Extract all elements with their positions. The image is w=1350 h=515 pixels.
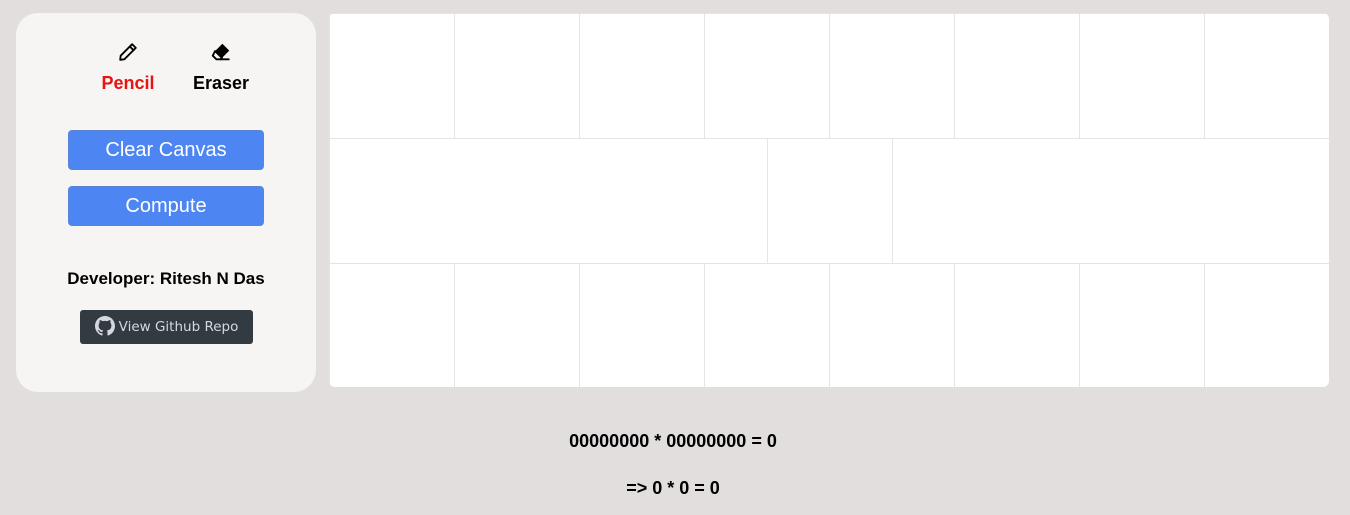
- canvas-cell[interactable]: [704, 13, 830, 139]
- eraser-label: Eraser: [192, 73, 250, 93]
- canvas-cell[interactable]: [1204, 13, 1329, 139]
- canvas-cell[interactable]: [954, 263, 1080, 387]
- clear-canvas-button[interactable]: Clear Canvas: [68, 130, 264, 170]
- result-simplified: => 0 * 0 = 0: [626, 478, 720, 498]
- canvas-cell[interactable]: [329, 263, 455, 387]
- github-icon: [94, 316, 115, 336]
- canvas-cell[interactable]: [829, 263, 955, 387]
- canvas-cell[interactable]: [1204, 263, 1329, 387]
- result-expression: 00000000 * 00000000 = 0: [569, 431, 777, 451]
- github-repo-button[interactable]: View Github Repo: [80, 310, 253, 344]
- canvas-cell[interactable]: [329, 138, 768, 264]
- canvas-cell[interactable]: [579, 263, 705, 387]
- canvas-cell[interactable]: [704, 263, 830, 387]
- canvas-cell[interactable]: [1079, 263, 1205, 387]
- pencil-icon: [119, 43, 137, 61]
- pencil-label: Pencil: [101, 73, 155, 93]
- canvas-cell[interactable]: [1079, 13, 1205, 139]
- canvas-cell[interactable]: [454, 13, 580, 139]
- compute-button[interactable]: Compute: [68, 186, 264, 226]
- canvas-cell[interactable]: [891, 138, 1329, 264]
- eraser-tool[interactable]: Eraser: [181, 41, 261, 94]
- eraser-icon: [211, 43, 230, 61]
- canvas-cell[interactable]: [329, 13, 455, 139]
- control-panel: Pencil Eraser Clear Canvas Compute Devel…: [16, 13, 316, 392]
- drawing-canvas[interactable]: [329, 13, 1329, 387]
- canvas-cell[interactable]: [454, 263, 580, 387]
- canvas-cell[interactable]: [829, 13, 955, 139]
- developer-credit: Developer: Ritesh N Das: [67, 269, 265, 288]
- canvas-cell[interactable]: [766, 138, 893, 264]
- github-button-label: View Github Repo: [118, 319, 239, 335]
- canvas-cell[interactable]: [954, 13, 1080, 139]
- canvas-cell[interactable]: [579, 13, 705, 139]
- pencil-tool[interactable]: Pencil: [88, 41, 168, 94]
